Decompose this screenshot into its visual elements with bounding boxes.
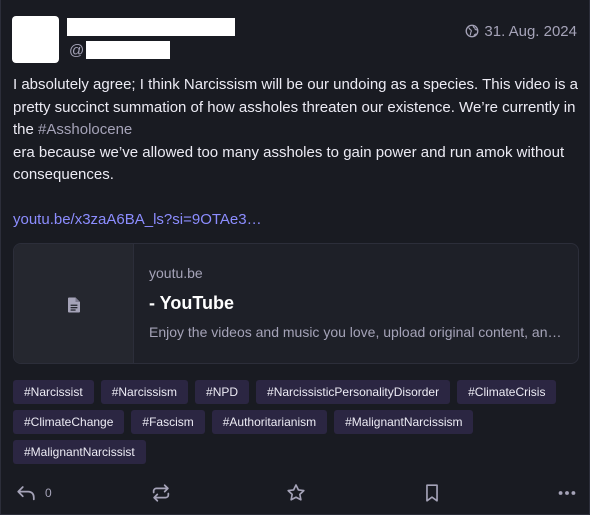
hashtag-malignantnarcissism[interactable]: #MalignantNarcissism [334,410,474,434]
reply-count: 0 [45,486,52,500]
status-post: @ 31. Aug. 2024 I absolutely agree; I th… [0,0,590,515]
boost-button[interactable] [150,480,172,506]
card-description: Enjoy the videos and music you love, upl… [149,324,564,340]
post-content: I absolutely agree; I think Narcissism w… [13,74,581,231]
bookmark-icon [426,484,438,502]
hashtag-malignantnarcissist[interactable]: #MalignantNarcissist [13,440,146,464]
post-text-2: era because we’ve allowed too many assho… [13,143,565,184]
globe-icon [465,24,479,38]
hashtag-narcissisticpersonalitydisorder[interactable]: #NarcissisticPersonalityDisorder [256,380,451,404]
hashtag-npd[interactable]: #NPD [195,380,250,404]
action-bar: 0 [1,480,590,506]
handle-at: @ [69,41,85,59]
more-button[interactable] [556,480,578,506]
post-timestamp[interactable]: 31. Aug. 2024 [465,21,577,41]
star-icon [287,484,305,501]
hashtag-authoritarianism[interactable]: #Authoritarianism [211,410,328,434]
hashtag-narcissist[interactable]: #Narcissist [13,380,94,404]
post-paragraph: I absolutely agree; I think Narcissism w… [13,74,581,187]
card-host: youtu.be [149,265,203,281]
card-thumbnail [14,244,134,363]
hashtag-bar: #Narcissist #Narcissism #NPD #Narcissist… [13,380,583,464]
link-preview-card[interactable]: youtu.be - YouTube Enjoy the videos and … [13,243,579,364]
hashtag-assholocene-link[interactable]: #Assholocene [38,121,132,138]
account-handle[interactable]: @ [69,40,171,60]
hashtag-fascism[interactable]: #Fascism [131,410,205,434]
handle-redacted [86,41,171,59]
card-title: - YouTube [149,293,234,313]
reply-button[interactable]: 0 [15,480,52,506]
hashtag-narcissism[interactable]: #Narcissism [100,380,189,404]
hashtag-climatechange[interactable]: #ClimateChange [13,410,125,434]
file-icon [67,297,80,312]
favourite-button[interactable] [285,480,307,506]
avatar[interactable] [12,16,59,63]
reply-icon [17,486,35,501]
more-icon [558,491,576,495]
youtube-link[interactable]: youtu.be/x3zaA6BA_ls?si=9OTAe3… [13,209,581,232]
boost-icon [152,484,170,502]
hashtag-climatecrisis[interactable]: #ClimateCrisis [457,380,557,404]
display-name-redacted[interactable] [67,18,235,36]
bookmark-button[interactable] [421,480,443,506]
timestamp-text: 31. Aug. 2024 [484,22,577,40]
